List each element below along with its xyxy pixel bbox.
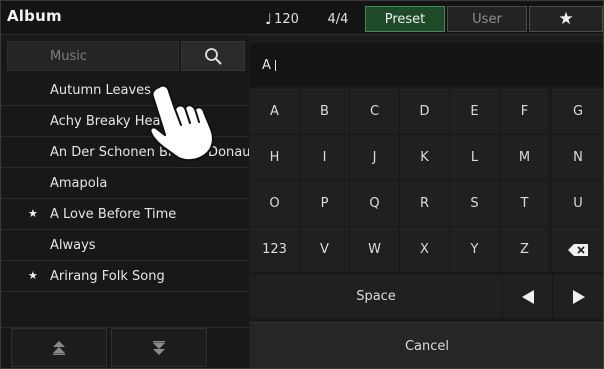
tempo-value: 120 — [274, 11, 299, 27]
key-w[interactable]: W — [350, 227, 400, 273]
text-input-display[interactable]: A — [250, 43, 603, 87]
keyboard-panel: A A B C D E F G H I J K L M N O P Q R S T U 123 V W X Y Z Space Ca… — [250, 35, 603, 368]
key-u[interactable]: U — [552, 181, 603, 227]
cancel-button[interactable]: Cancel — [250, 322, 603, 368]
quarter-note-icon: ♩ — [265, 10, 273, 28]
song-title: Amapola — [50, 175, 108, 191]
input-text: A — [262, 57, 271, 73]
tab-preset[interactable]: Preset — [365, 6, 445, 32]
star-icon: ★ — [558, 9, 574, 29]
key-n[interactable]: N — [552, 135, 603, 181]
search-icon — [205, 48, 222, 65]
space-key[interactable]: Space — [250, 275, 503, 319]
cursor-right-key[interactable] — [553, 275, 603, 319]
key-v[interactable]: V — [300, 227, 350, 273]
song-title: A Love Before Time — [50, 206, 177, 222]
key-k[interactable]: K — [400, 135, 450, 181]
song-list-item[interactable]: ★ Arirang Folk Song — [1, 261, 249, 292]
list-footer — [1, 327, 249, 368]
key-i[interactable]: I — [300, 135, 350, 181]
key-r[interactable]: R — [400, 181, 450, 227]
album-screen: Album ♩ 120 4/4 Preset User ★ Music ★Aut… — [0, 0, 604, 369]
key-y[interactable]: Y — [450, 227, 500, 273]
top-bar: Album ♩ 120 4/4 Preset User ★ — [1, 1, 603, 35]
key-b[interactable]: B — [300, 89, 350, 135]
cursor-left-key[interactable] — [503, 275, 553, 319]
favorite-star-icon: ★ — [28, 207, 38, 220]
backspace-icon — [568, 243, 588, 256]
key-s[interactable]: S — [450, 181, 500, 227]
song-list-item[interactable]: ★Achy Breaky Heart — [1, 106, 249, 137]
time-signature[interactable]: 4/4 — [313, 6, 363, 32]
backspace-key[interactable] — [552, 227, 603, 273]
song-title: Achy Breaky Heart — [50, 113, 171, 129]
song-title: An Der Schonen Blauen Donau — [50, 144, 249, 160]
key-t[interactable]: T — [500, 181, 550, 227]
key-x[interactable]: X — [400, 227, 450, 273]
key-o[interactable]: O — [250, 181, 300, 227]
song-list-item[interactable]: ★An Der Schonen Blauen Donau — [1, 137, 249, 168]
song-title: Autumn Leaves — [50, 82, 151, 98]
double-up-arrow-icon — [53, 340, 65, 355]
song-list-item[interactable]: ★Autumn Leaves — [1, 75, 249, 106]
song-list-item[interactable]: ★Amapola — [1, 168, 249, 199]
tab-user[interactable]: User — [447, 6, 527, 32]
scroll-top-button[interactable] — [11, 328, 107, 367]
right-arrow-icon — [572, 289, 585, 304]
key-l[interactable]: L — [450, 135, 500, 181]
song-list-panel: Music ★Autumn Leaves★Achy Breaky Heart★A… — [1, 35, 249, 368]
text-caret — [274, 59, 276, 71]
key-e[interactable]: E — [450, 89, 500, 135]
scroll-bottom-button[interactable] — [111, 328, 207, 367]
song-title: Arirang Folk Song — [50, 268, 165, 284]
key-g[interactable]: G — [552, 89, 603, 135]
key-z[interactable]: Z — [500, 227, 550, 273]
song-title: Always — [50, 237, 96, 253]
tab-favorite[interactable]: ★ — [529, 6, 603, 32]
key-h[interactable]: H — [250, 135, 300, 181]
favorite-star-icon: ★ — [28, 269, 38, 282]
search-input[interactable]: Music — [7, 41, 179, 71]
key-p[interactable]: P — [300, 181, 350, 227]
page-title: Album — [7, 7, 62, 25]
double-down-arrow-icon — [153, 340, 165, 355]
song-list: ★Autumn Leaves★Achy Breaky Heart★An Der … — [1, 75, 249, 292]
key-c[interactable]: C — [350, 89, 400, 135]
left-arrow-icon — [521, 289, 534, 304]
song-list-item[interactable]: ★Always — [1, 230, 249, 261]
search-button[interactable] — [181, 41, 245, 71]
key-j[interactable]: J — [350, 135, 400, 181]
tempo-display[interactable]: ♩ 120 — [251, 6, 313, 32]
song-list-item[interactable]: ★ A Love Before Time — [1, 199, 249, 230]
key-f[interactable]: F — [500, 89, 550, 135]
key-a[interactable]: A — [250, 89, 300, 135]
key-m[interactable]: M — [500, 135, 550, 181]
key-123[interactable]: 123 — [250, 227, 300, 273]
search-row: Music — [1, 41, 249, 73]
key-d[interactable]: D — [400, 89, 450, 135]
key-q[interactable]: Q — [350, 181, 400, 227]
